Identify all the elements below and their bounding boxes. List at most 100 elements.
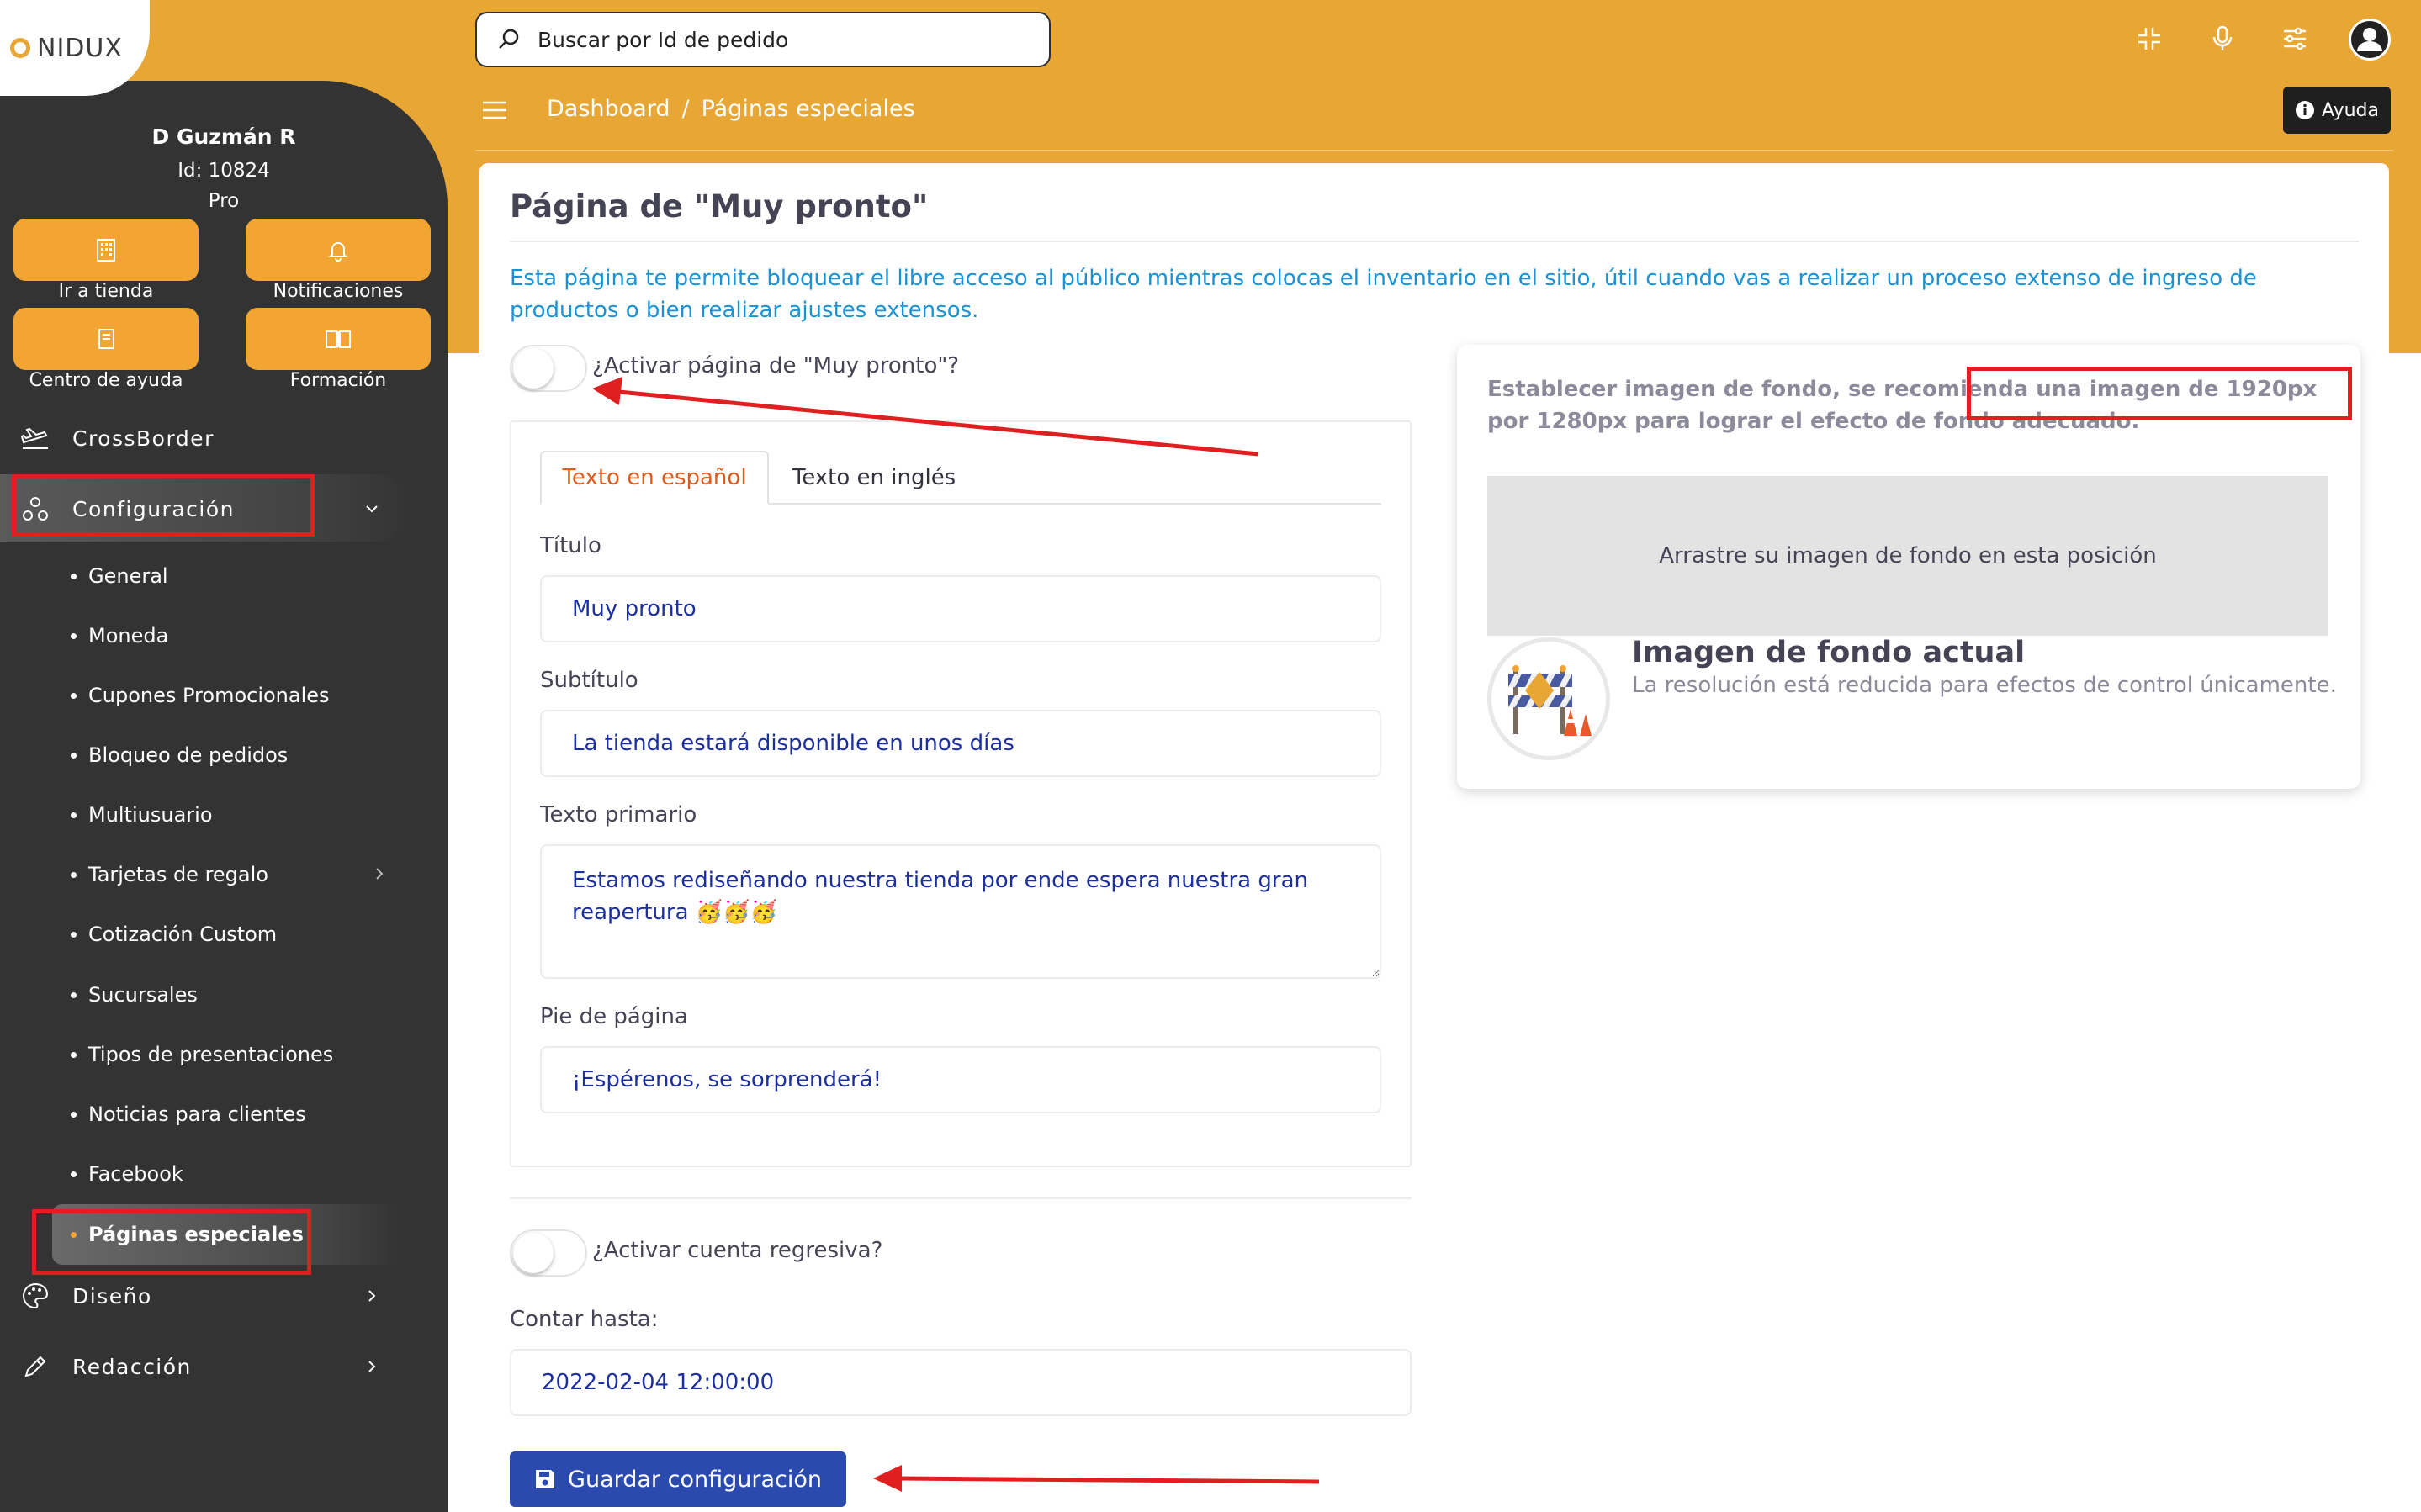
book-icon xyxy=(98,329,114,349)
user-avatar-icon[interactable] xyxy=(2347,17,2392,62)
breadcrumb: Dashboard / Páginas especiales xyxy=(547,96,915,122)
floppy-disk-icon xyxy=(536,1470,555,1488)
sub-item-tarjetas[interactable]: Tarjetas de regalo xyxy=(71,858,268,891)
bell-icon xyxy=(328,242,348,262)
user-plan: Pro xyxy=(208,190,240,212)
hint-suffix: para lograr el efecto de fondo adecuado. xyxy=(1627,409,2140,434)
sub-item-label: Cupones Promocionales xyxy=(88,684,330,707)
bullet xyxy=(71,1111,77,1118)
sub-item-label: Cotización Custom xyxy=(88,923,278,946)
nav-crossborder[interactable]: CrossBorder xyxy=(0,409,412,468)
title-field-label: Título xyxy=(540,533,601,558)
subtitle-field-label: Subtítulo xyxy=(540,668,638,693)
palette-icon xyxy=(20,1281,50,1311)
sub-item-label: Bloqueo de pedidos xyxy=(88,743,289,767)
bullet xyxy=(71,573,77,579)
sub-item-paginas-especiales[interactable]: Páginas especiales xyxy=(71,1218,304,1251)
save-button-label: Guardar configuración xyxy=(568,1466,822,1493)
sub-item-moneda[interactable]: Moneda xyxy=(71,619,168,653)
bullet xyxy=(71,991,77,998)
sub-item-noticias[interactable]: Noticias para clientes xyxy=(71,1097,306,1131)
nav-redaccion[interactable]: Redacción xyxy=(0,1337,412,1396)
info-icon xyxy=(2296,101,2315,119)
sub-item-facebook[interactable]: Facebook xyxy=(71,1157,183,1191)
toggle-countdown-label: ¿Activar cuenta regresiva? xyxy=(592,1238,883,1263)
sub-item-multiusuario[interactable]: Multiusuario xyxy=(71,798,213,832)
quick-label-formacion: Formación xyxy=(289,370,387,391)
page-description: Esta página te permite bloquear el libre… xyxy=(510,266,2257,323)
primary-text-label: Texto primario xyxy=(540,802,697,827)
nav-diseno[interactable]: Diseño xyxy=(0,1266,412,1325)
sub-item-label: Noticias para clientes xyxy=(88,1102,306,1126)
sub-item-label: Multiusuario xyxy=(88,803,213,827)
toggle-countdown[interactable] xyxy=(510,1229,587,1277)
section-divider xyxy=(510,1197,1412,1199)
help-button[interactable]: Ayuda xyxy=(2283,87,2391,134)
background-hint: Establecer imagen de fondo, se recomiend… xyxy=(1487,373,2345,437)
toggle-knob xyxy=(513,1233,554,1273)
breadcrumb-current: Páginas especiales xyxy=(701,96,915,122)
sub-item-label: General xyxy=(88,564,168,588)
search-input[interactable] xyxy=(538,27,1042,52)
tab-spanish[interactable]: Texto en español xyxy=(540,451,769,505)
search-bar[interactable] xyxy=(475,12,1051,67)
title-field[interactable] xyxy=(540,575,1381,642)
tab-english[interactable]: Texto en inglés xyxy=(771,451,977,505)
save-button[interactable]: Guardar configuración xyxy=(510,1451,846,1507)
toggle-knob xyxy=(513,348,554,389)
bullet xyxy=(71,632,77,639)
sub-item-label: Páginas especiales xyxy=(88,1223,304,1246)
construction-barrier-icon xyxy=(1508,665,1592,736)
collapse-icon[interactable] xyxy=(2132,22,2166,56)
toggle-muy-pronto[interactable] xyxy=(510,345,587,392)
quick-btn-formacion[interactable] xyxy=(246,308,431,370)
sub-item-presentaciones[interactable]: Tipos de presentaciones xyxy=(71,1038,333,1071)
chevron-right-icon xyxy=(376,868,384,880)
breadcrumb-home[interactable]: Dashboard xyxy=(547,96,670,122)
subtitle-field[interactable] xyxy=(540,710,1381,777)
sub-item-label: Moneda xyxy=(88,624,169,648)
quick-btn-ayuda[interactable] xyxy=(13,308,199,370)
building-icon xyxy=(97,239,115,262)
sub-item-bloqueo[interactable]: Bloqueo de pedidos xyxy=(71,738,288,772)
sub-item-label: Tarjetas de regalo xyxy=(88,863,268,886)
nav-configuracion[interactable]: Configuración xyxy=(0,479,412,538)
quick-btn-notificaciones[interactable] xyxy=(246,219,431,281)
footer-field[interactable] xyxy=(540,1046,1381,1113)
nav-label: CrossBorder xyxy=(72,426,215,451)
sliders-icon[interactable] xyxy=(2278,22,2312,56)
chevron-right-icon xyxy=(368,1290,376,1302)
search-icon xyxy=(499,29,519,49)
user-id: Id: 10824 xyxy=(177,160,270,182)
open-book-icon xyxy=(326,330,351,348)
bullet xyxy=(71,931,77,938)
sub-item-cupones[interactable]: Cupones Promocionales xyxy=(71,679,330,712)
title-divider xyxy=(510,241,2359,242)
breadcrumb-separator: / xyxy=(681,96,690,122)
bullet xyxy=(71,692,77,699)
bullet xyxy=(71,1051,77,1058)
bullet xyxy=(71,752,77,759)
microphone-icon[interactable] xyxy=(2206,22,2239,56)
sub-item-sucursales[interactable]: Sucursales xyxy=(71,978,198,1012)
countdown-label: Contar hasta: xyxy=(510,1307,659,1332)
current-background-description: La resolución está reducida para efectos… xyxy=(1632,673,2337,698)
sub-item-cotizacion[interactable]: Cotización Custom xyxy=(71,917,277,951)
sub-item-general[interactable]: General xyxy=(71,559,168,593)
quick-label-notificaciones: Notificaciones xyxy=(273,281,404,302)
sub-item-label: Tipos de presentaciones xyxy=(88,1043,334,1066)
logo-ring-icon xyxy=(10,38,30,58)
countdown-field[interactable] xyxy=(510,1349,1412,1416)
chevron-down-icon xyxy=(366,505,378,513)
plane-icon xyxy=(20,423,50,453)
pencil-icon xyxy=(20,1351,50,1382)
menu-icon[interactable] xyxy=(481,99,508,121)
bullet xyxy=(71,812,77,818)
quick-btn-tienda[interactable] xyxy=(13,219,199,281)
settings-nodes-icon xyxy=(20,494,50,524)
page-title: Página de "Muy pronto" xyxy=(510,188,929,225)
current-background-title: Imagen de fondo actual xyxy=(1632,636,2026,669)
bullet xyxy=(71,1171,77,1177)
primary-text-field[interactable]: Estamos rediseñando nuestra tienda por e… xyxy=(540,844,1381,979)
background-dropzone[interactable]: Arrastre su imagen de fondo en esta posi… xyxy=(1487,476,2328,636)
